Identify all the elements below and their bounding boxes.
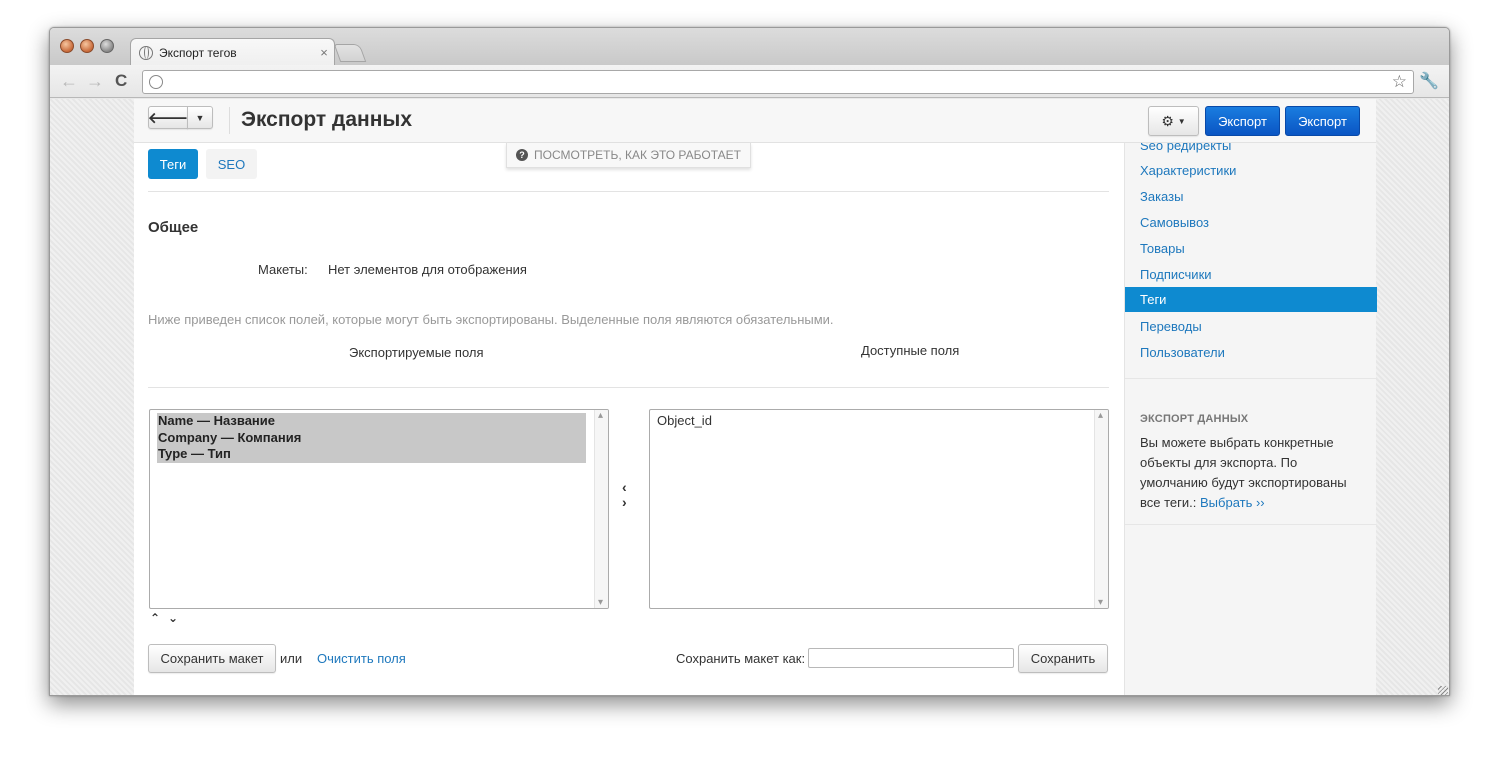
main-content: 🡐 ▼ Экспорт данных ⚙ ▼ Экспорт Экспорт ?…: [134, 99, 1377, 695]
close-tab-icon[interactable]: ×: [314, 45, 334, 60]
page-header: 🡐 ▼ Экспорт данных ⚙ ▼ Экспорт Экспорт: [134, 99, 1376, 143]
sidebar-divider: [1125, 524, 1376, 525]
available-fields-header: Доступные поля: [861, 343, 960, 358]
sidebar-divider: [1125, 378, 1376, 379]
sidebar-item-subscribers[interactable]: Подписчики: [1140, 267, 1212, 282]
back-arrow-icon[interactable]: ←: [60, 71, 78, 91]
window-controls: [60, 39, 114, 53]
globe-icon: [149, 75, 163, 89]
sidebar-item-translations[interactable]: Переводы: [1140, 319, 1202, 334]
list-item[interactable]: Name — Название: [157, 413, 586, 430]
question-icon: ?: [516, 149, 528, 161]
move-left-icon[interactable]: ‹: [622, 480, 627, 494]
settings-dropdown-button[interactable]: ⚙ ▼: [1148, 106, 1199, 136]
layouts-label: Макеты:: [258, 262, 308, 277]
sidebar-info-text: Вы можете выбрать конкретные объекты для…: [1140, 433, 1365, 513]
scrollbar[interactable]: [594, 410, 608, 608]
address-bar[interactable]: ☆: [142, 70, 1414, 94]
list-item[interactable]: Type — Тип: [157, 446, 586, 463]
move-down-icon[interactable]: ⌄: [168, 611, 178, 625]
scrollbar[interactable]: [1094, 410, 1108, 608]
caret-down-icon: ▼: [195, 112, 205, 123]
new-tab-button[interactable]: [333, 44, 367, 62]
layout-name-input[interactable]: [808, 648, 1014, 668]
how-it-works-label: ПОСМОТРЕТЬ, КАК ЭТО РАБОТАЕТ: [534, 148, 741, 162]
zoom-window-button[interactable]: [100, 39, 114, 53]
sidebar-item-pickup[interactable]: Самовывоз: [1140, 215, 1209, 230]
section-title: Общее: [148, 219, 199, 236]
divider: [148, 387, 1109, 388]
tab-title: Экспорт тегов: [159, 45, 237, 60]
browser-toolbar: ← → C ☆ 🔧: [50, 65, 1449, 98]
list-item[interactable]: Company — Компания: [157, 429, 586, 446]
or-text: или: [280, 651, 303, 666]
sidebar-item-users[interactable]: Пользователи: [1140, 345, 1225, 360]
exported-fields-header: Экспортируемые поля: [349, 345, 484, 360]
minimize-window-button[interactable]: [80, 39, 94, 53]
sidebar-item-tags[interactable]: Теги: [1125, 287, 1377, 312]
move-right-icon[interactable]: ›: [622, 495, 627, 509]
export-button-2[interactable]: Экспорт: [1285, 106, 1360, 136]
globe-icon: [139, 45, 153, 60]
fields-description: Ниже приведен список полей, которые могу…: [148, 312, 834, 327]
browser-tab[interactable]: Экспорт тегов ×: [130, 38, 335, 66]
page-title: Экспорт данных: [241, 108, 413, 131]
tab-tags[interactable]: Теги: [148, 149, 198, 179]
sidebar-item-features[interactable]: Характеристики: [1140, 163, 1236, 178]
close-window-button[interactable]: [60, 39, 74, 53]
select-objects-link[interactable]: Выбрать ››: [1200, 495, 1265, 510]
exported-fields-list[interactable]: Name — Название Company — Компания Type …: [149, 409, 609, 609]
export-button-1[interactable]: Экспорт: [1205, 106, 1280, 136]
available-fields-list[interactable]: Object_id: [649, 409, 1109, 609]
forward-arrow-icon[interactable]: →: [86, 71, 104, 91]
bookmark-star-icon[interactable]: ☆: [1392, 72, 1407, 92]
sidebar-item-orders[interactable]: Заказы: [1140, 189, 1183, 204]
sidebar-info-title: ЭКСПОРТ ДАННЫХ: [1140, 413, 1249, 425]
sidebar: Seo редиректы Характеристики Заказы Само…: [1124, 138, 1377, 695]
save-button[interactable]: Сохранить: [1018, 644, 1108, 673]
header-divider: [229, 107, 230, 134]
reload-icon[interactable]: C: [115, 71, 127, 91]
save-layout-button[interactable]: Сохранить макет: [148, 644, 276, 673]
divider: [148, 191, 1109, 192]
back-arrow-icon: 🡐: [147, 110, 189, 127]
save-as-label: Сохранить макет как:: [676, 651, 806, 666]
move-up-icon[interactable]: ⌃: [150, 611, 160, 625]
gear-icon: ⚙: [1161, 112, 1174, 129]
browser-window: Экспорт тегов × ← → C ☆ 🔧 🡐 ▼ Экспорт да…: [49, 27, 1450, 696]
layouts-value: Нет элементов для отображения: [328, 262, 527, 277]
caret-down-icon: ▼: [1177, 116, 1186, 126]
list-item[interactable]: Object_id: [657, 413, 1086, 430]
back-dropdown-button[interactable]: ▼: [187, 106, 213, 129]
clear-fields-link[interactable]: Очистить поля: [317, 651, 406, 666]
back-button[interactable]: 🡐: [148, 106, 188, 129]
resize-grip[interactable]: [1438, 686, 1448, 695]
tab-seo[interactable]: SEO: [206, 149, 257, 179]
how-it-works-link[interactable]: ? ПОСМОТРЕТЬ, КАК ЭТО РАБОТАЕТ: [506, 143, 751, 168]
wrench-icon[interactable]: 🔧: [1419, 71, 1439, 91]
sidebar-item-products[interactable]: Товары: [1140, 241, 1185, 256]
browser-titlebar: Экспорт тегов ×: [50, 28, 1449, 66]
page-background: 🡐 ▼ Экспорт данных ⚙ ▼ Экспорт Экспорт ?…: [50, 99, 1449, 695]
